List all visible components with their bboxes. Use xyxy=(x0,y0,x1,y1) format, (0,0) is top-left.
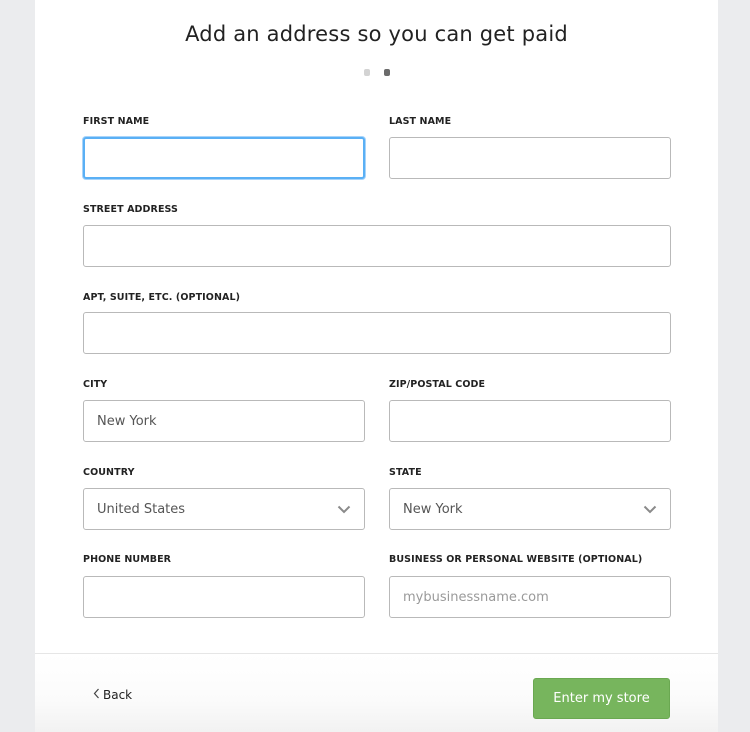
last-name-label: LAST NAME xyxy=(389,116,452,127)
step-dot-2-active xyxy=(383,69,390,76)
phone-input[interactable] xyxy=(83,576,365,618)
page-title: Add an address so you can get paid xyxy=(185,22,568,46)
state-label: STATE xyxy=(389,467,422,478)
apt-suite-input[interactable] xyxy=(83,312,671,354)
back-link[interactable]: Back xyxy=(93,688,132,702)
step-dot-1 xyxy=(363,69,370,76)
street-address-input[interactable] xyxy=(83,225,671,267)
website-label: BUSINESS OR PERSONAL WEBSITE (OPTIONAL) xyxy=(389,554,643,565)
city-label: CITY xyxy=(83,379,108,390)
chevron-down-icon xyxy=(643,504,657,514)
back-label: Back xyxy=(103,688,133,702)
chevron-left-icon xyxy=(93,688,100,702)
country-select[interactable]: United States xyxy=(83,488,365,530)
zip-label: ZIP/POSTAL CODE xyxy=(389,379,486,390)
country-selected-value: United States xyxy=(97,501,186,517)
country-label: COUNTRY xyxy=(83,467,135,478)
enter-my-store-button[interactable]: Enter my store xyxy=(533,678,670,719)
zip-input[interactable] xyxy=(389,400,671,442)
city-input[interactable] xyxy=(83,400,365,442)
step-indicator xyxy=(35,69,718,76)
website-input[interactable] xyxy=(389,576,671,618)
address-form-card: Add an address so you can get paid FIRST… xyxy=(35,0,718,732)
street-address-label: STREET ADDRESS xyxy=(83,204,178,215)
phone-label: PHONE NUMBER xyxy=(83,554,172,565)
state-selected-value: New York xyxy=(403,501,463,517)
state-select[interactable]: New York xyxy=(389,488,671,530)
last-name-input[interactable] xyxy=(389,137,671,179)
apt-suite-label: APT, SUITE, ETC. (OPTIONAL) xyxy=(83,292,241,303)
first-name-label: FIRST NAME xyxy=(83,116,150,127)
first-name-input[interactable] xyxy=(83,137,365,179)
chevron-down-icon xyxy=(337,504,351,514)
